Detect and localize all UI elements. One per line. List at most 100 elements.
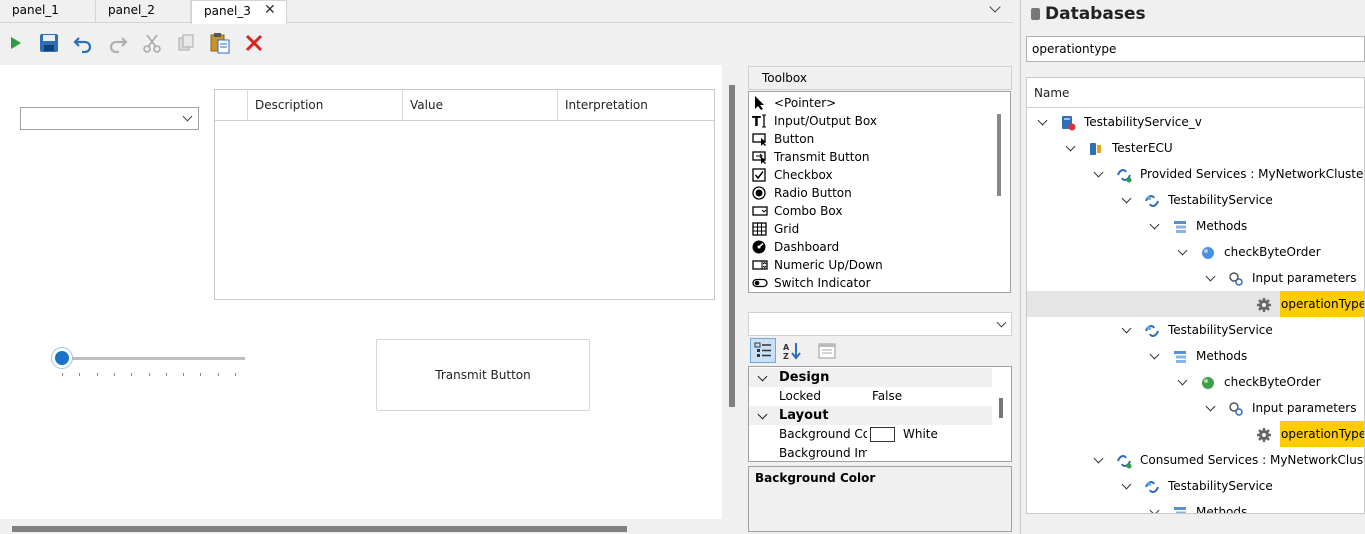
tree-node-label: Provided Services : MyNetworkCluster xyxy=(1140,167,1365,181)
expand-chevron-icon[interactable] xyxy=(1121,323,1132,334)
expand-chevron-icon[interactable] xyxy=(1121,193,1132,204)
tree-node-label: operationType xyxy=(1280,421,1364,447)
slider-tick xyxy=(183,373,185,376)
save-button[interactable] xyxy=(38,32,60,54)
tree-node[interactable]: Methods xyxy=(1027,499,1364,514)
property-grid-scrollbar[interactable] xyxy=(999,398,1003,418)
tree-node[interactable]: operationType xyxy=(1027,421,1364,447)
chevron-down-icon xyxy=(996,317,1007,328)
categorized-icon xyxy=(754,342,771,357)
property-row-background-image[interactable]: Background Ima xyxy=(749,444,992,461)
chevron-down-icon xyxy=(182,111,193,122)
tree-node-label: TesterECU xyxy=(1112,141,1173,155)
property-value[interactable]: False xyxy=(872,387,902,406)
grid-control[interactable]: Description Value Interpretation xyxy=(214,89,715,300)
tree-node-label: Methods xyxy=(1196,505,1248,514)
tree-node[interactable]: operationType xyxy=(1027,291,1364,317)
tree-node[interactable]: checkByteOrder xyxy=(1027,239,1364,265)
category-label: Design xyxy=(779,370,830,385)
slider-thumb[interactable] xyxy=(51,347,73,369)
categorized-view-button[interactable] xyxy=(750,338,776,363)
property-row-background-color[interactable]: Background Col White xyxy=(749,425,992,444)
tree-node[interactable]: Input parameters xyxy=(1027,265,1364,291)
svg-text:T: T xyxy=(752,115,761,128)
tree-node[interactable]: TestabilityService_v xyxy=(1027,109,1364,135)
gear-icon xyxy=(1256,426,1272,442)
grid-column-description[interactable]: Description xyxy=(247,90,402,121)
service-icon xyxy=(1144,322,1160,338)
toolbox-scrollbar[interactable] xyxy=(997,114,1001,196)
expand-chevron-icon[interactable] xyxy=(1065,141,1076,152)
tab-panel-2[interactable]: panel_2 xyxy=(96,0,191,23)
toolbox-item-label: <Pointer> xyxy=(774,96,837,110)
svg-text:A: A xyxy=(783,343,790,352)
tree-column-name[interactable]: Name xyxy=(1027,78,1364,108)
expand-chevron-icon[interactable] xyxy=(1093,167,1104,178)
slider-tick xyxy=(96,373,98,376)
checkbox-icon xyxy=(752,168,766,182)
service-icon xyxy=(1144,192,1160,208)
property-pages-button[interactable] xyxy=(814,338,840,363)
tree-node[interactable]: Provided Services : MyNetworkCluster xyxy=(1027,161,1365,187)
undo-icon xyxy=(73,37,92,53)
cut-button[interactable] xyxy=(141,32,163,54)
property-category-layout[interactable]: Layout xyxy=(749,406,992,425)
database-tree-horizontal-scrollbar[interactable] xyxy=(1026,514,1365,532)
grid-column-value[interactable]: Value xyxy=(402,90,557,121)
color-swatch xyxy=(870,427,895,442)
text-io-icon: T xyxy=(752,114,766,128)
designer-horizontal-scrollbar[interactable] xyxy=(12,526,627,532)
tree-node[interactable]: Methods xyxy=(1027,213,1364,239)
expand-chevron-icon[interactable] xyxy=(1205,271,1216,282)
property-category-design[interactable]: Design xyxy=(749,368,992,387)
redo-button[interactable] xyxy=(107,32,129,54)
transmit-button-control[interactable]: Transmit Button xyxy=(376,339,590,411)
expand-chevron-icon[interactable] xyxy=(1149,349,1160,360)
tree-node[interactable]: checkByteOrder xyxy=(1027,369,1364,395)
slider-tick xyxy=(200,373,202,376)
tab-list-dropdown-icon[interactable] xyxy=(989,1,1001,13)
save-icon xyxy=(40,34,58,52)
service-icon xyxy=(1144,478,1160,494)
designer-vertical-scrollbar[interactable] xyxy=(729,85,735,407)
tab-label: panel_2 xyxy=(108,3,155,17)
toolbox-item-label: Numeric Up/Down xyxy=(774,258,883,272)
delete-button[interactable] xyxy=(243,32,265,54)
expand-chevron-icon[interactable] xyxy=(1177,245,1188,256)
tree-node[interactable]: TesterECU xyxy=(1027,135,1364,161)
database-icon xyxy=(1060,114,1076,131)
paste-button[interactable] xyxy=(209,32,231,54)
undo-button[interactable] xyxy=(72,32,94,54)
databases-title: Databases xyxy=(1045,4,1146,24)
property-value[interactable]: White xyxy=(903,425,938,444)
expand-chevron-icon[interactable] xyxy=(1149,505,1160,513)
expand-chevron-icon[interactable] xyxy=(1205,401,1216,412)
slider-track[interactable] xyxy=(62,357,245,360)
alphabetical-view-button[interactable]: AZ xyxy=(779,338,805,363)
combo-box-control[interactable] xyxy=(20,107,199,130)
run-button[interactable] xyxy=(5,32,27,54)
database-search-input[interactable]: operationtype xyxy=(1026,36,1365,62)
expand-chevron-icon[interactable] xyxy=(1149,219,1160,230)
property-row-locked[interactable]: Locked False xyxy=(749,387,992,406)
tree-node[interactable]: TestabilityService xyxy=(1027,187,1364,213)
slider-tick xyxy=(62,373,63,376)
tree-node[interactable]: Methods xyxy=(1027,343,1364,369)
tree-node[interactable]: TestabilityService xyxy=(1027,317,1364,343)
property-description: Background Color xyxy=(748,466,1012,532)
tab-label: panel_3 xyxy=(204,4,251,18)
tab-panel-1[interactable]: panel_1 xyxy=(0,0,96,23)
copy-button[interactable] xyxy=(175,32,197,54)
property-object-selector[interactable] xyxy=(748,312,1012,336)
tree-node[interactable]: Consumed Services : MyNetworkCluster xyxy=(1027,447,1364,473)
expand-chevron-icon[interactable] xyxy=(1093,453,1104,464)
close-tab-icon[interactable]: ✕ xyxy=(264,0,276,20)
expand-chevron-icon[interactable] xyxy=(1177,375,1188,386)
grid-column-interpretation[interactable]: Interpretation xyxy=(557,90,714,121)
slider-tick xyxy=(79,373,81,376)
tree-node-label: Input parameters xyxy=(1252,271,1357,285)
tree-node[interactable]: TestabilityService xyxy=(1027,473,1364,499)
expand-chevron-icon[interactable] xyxy=(1037,115,1048,126)
tree-node[interactable]: Input parameters xyxy=(1027,395,1364,421)
expand-chevron-icon[interactable] xyxy=(1121,479,1132,490)
